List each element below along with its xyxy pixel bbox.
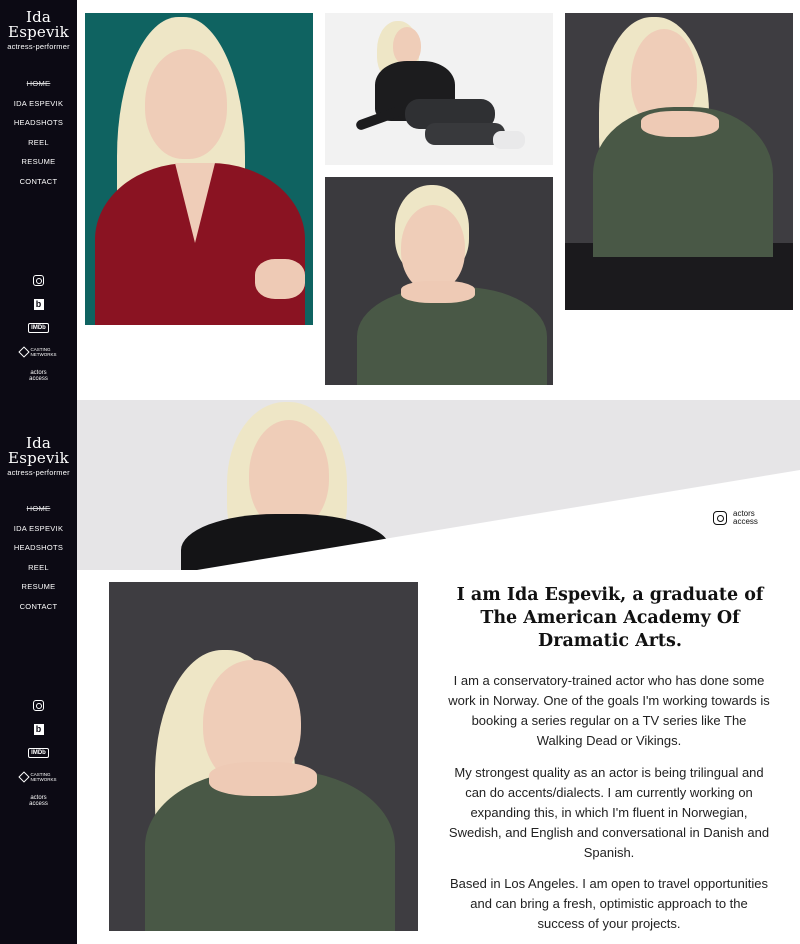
actors-access-link[interactable]: actors access [0, 364, 77, 388]
sidebar-repeat: Ida Espevik actress-performer HOME IDA E… [0, 400, 77, 944]
site-logo-2[interactable]: Ida Espevik actress-performer [0, 436, 77, 478]
actors-access-link[interactable]: actors access [0, 789, 77, 813]
nav-item-ida-espevik[interactable]: IDA ESPEVIK [0, 519, 77, 539]
nav-item-contact[interactable]: CONTACT [0, 597, 77, 617]
actors-access-icon[interactable]: actors access [733, 510, 758, 526]
nav-item-contact[interactable]: CONTACT [0, 172, 77, 192]
backstage-link[interactable]: b [0, 292, 77, 316]
about-paragraph-1: I am a conservatory-trained actor who ha… [448, 673, 770, 748]
instagram-link[interactable] [0, 268, 77, 292]
social-links: b IMDb CASTING NETWORKS actors access [0, 268, 77, 388]
nav-item-reel[interactable]: REEL [0, 133, 77, 153]
instagram-icon [33, 699, 44, 711]
imdb-link[interactable]: IMDb [0, 741, 77, 765]
casting-networks-icon: CASTING NETWORKS [18, 346, 57, 358]
imdb-icon: IMDb [28, 748, 49, 758]
sidebar: Ida Espevik actress-performer HOME IDA E… [0, 0, 77, 400]
logo-tagline: actress-performer [7, 42, 70, 51]
about-paragraph-3: Based in Los Angeles. I am open to trave… [450, 876, 768, 931]
casting-networks-link[interactable]: CASTING NETWORKS [0, 765, 77, 789]
nav-item-headshots[interactable]: HEADSHOTS [0, 538, 77, 558]
headshot-red-sweater[interactable] [85, 13, 313, 325]
hero-banner [77, 400, 800, 570]
imdb-icon: IMDb [28, 323, 49, 333]
site-logo[interactable]: Ida Espevik actress-performer [0, 10, 77, 52]
nav-item-reel[interactable]: REEL [0, 558, 77, 578]
instagram-icon[interactable] [713, 511, 727, 525]
social-links-2: b IMDb CASTING NETWORKS actors access [0, 693, 77, 813]
logo-name-last: Espevik [8, 23, 69, 41]
logo-tagline: actress-performer [7, 468, 70, 477]
photo-hand-on-chin[interactable] [565, 13, 793, 310]
casting-networks-icon: CASTING NETWORKS [18, 771, 57, 783]
nav-item-ida-espevik[interactable]: IDA ESPEVIK [0, 94, 77, 114]
nav-item-headshots[interactable]: HEADSHOTS [0, 113, 77, 133]
photo-sitting[interactable] [325, 13, 553, 165]
main-nav-2: HOME IDA ESPEVIK HEADSHOTS REEL RESUME C… [0, 499, 77, 616]
about-paragraph-2: My strongest quality as an actor is bein… [448, 765, 770, 860]
backstage-icon: b [33, 298, 44, 310]
main-nav: HOME IDA ESPEVIK HEADSHOTS REEL RESUME C… [0, 74, 77, 191]
nav-item-home[interactable]: HOME [0, 499, 77, 519]
nav-item-resume[interactable]: RESUME [0, 577, 77, 597]
backstage-icon: b [33, 723, 44, 735]
about-portrait [109, 582, 418, 931]
actors-access-icon: actors access [29, 370, 48, 382]
casting-networks-link[interactable]: CASTING NETWORKS [0, 340, 77, 364]
nav-item-home[interactable]: HOME [0, 74, 77, 94]
photo-hair-bun[interactable] [325, 177, 553, 385]
nav-item-resume[interactable]: RESUME [0, 152, 77, 172]
instagram-link[interactable] [0, 693, 77, 717]
about-headline: I am Ida Espevik, a graduate of The Amer… [456, 585, 764, 651]
imdb-link[interactable]: IMDb [0, 316, 77, 340]
hero-diagonal-cut [197, 470, 800, 570]
logo-name-last: Espevik [8, 449, 69, 467]
instagram-icon [33, 274, 44, 286]
hero-social-links: actors access [713, 510, 758, 526]
backstage-link[interactable]: b [0, 717, 77, 741]
actors-access-icon: actors access [29, 795, 48, 807]
